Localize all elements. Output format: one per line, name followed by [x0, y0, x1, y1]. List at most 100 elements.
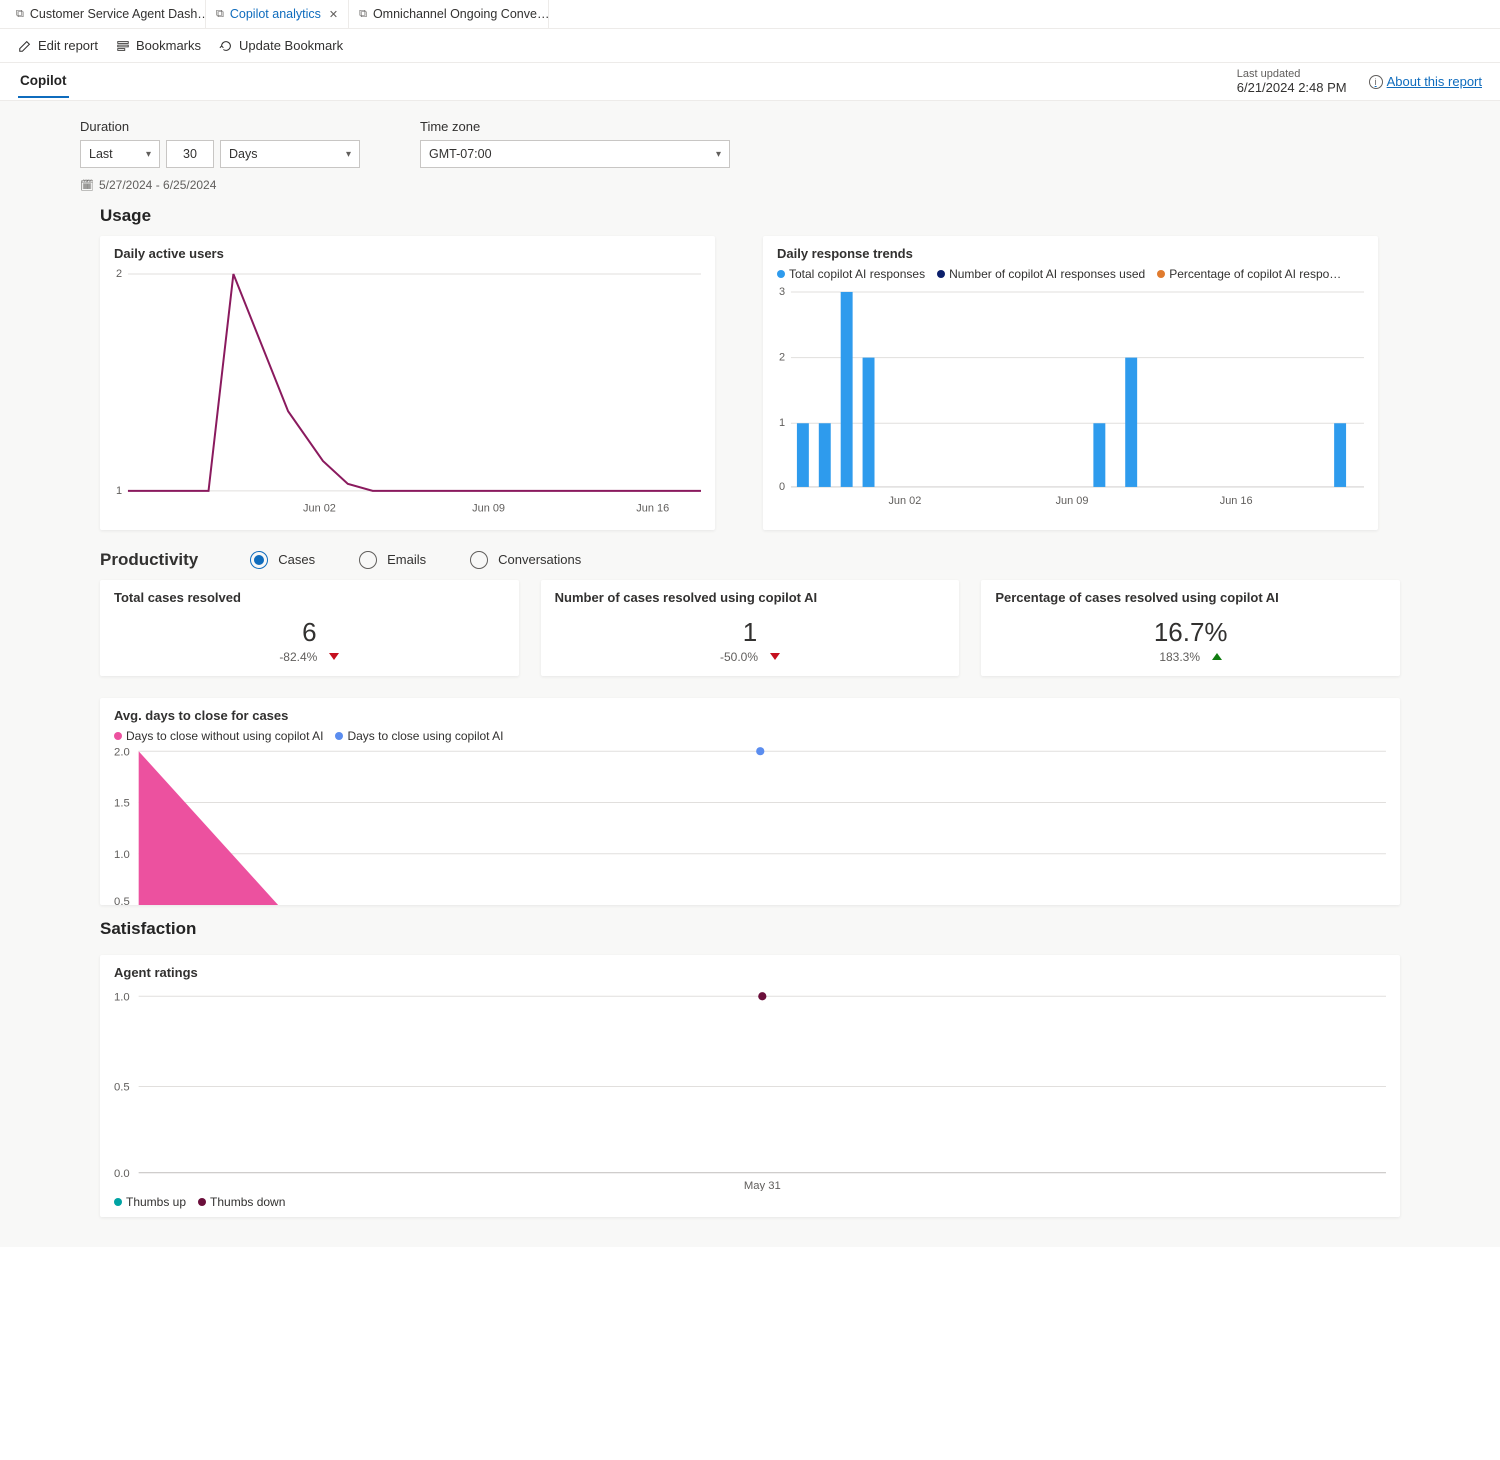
card-title: Daily response trends — [777, 246, 1364, 261]
radio-emails[interactable]: Emails — [359, 551, 426, 569]
legend-label: Number of copilot AI responses used — [949, 267, 1145, 281]
pencil-icon — [18, 39, 32, 53]
close-icon[interactable]: ✕ — [329, 8, 338, 21]
legend-dot-icon — [777, 270, 785, 278]
trend-up-icon — [1212, 653, 1222, 660]
toolbar-label: Bookmarks — [136, 38, 201, 53]
card-title: Agent ratings — [114, 965, 1386, 980]
radio-icon — [250, 551, 268, 569]
svg-text:1: 1 — [116, 485, 122, 497]
stat-delta: 183.3% — [1159, 650, 1200, 664]
update-bookmark-button[interactable]: Update Bookmark — [219, 38, 343, 53]
stat-value: 6 — [302, 617, 316, 648]
stat-delta: -50.0% — [720, 650, 758, 664]
legend-label: Days to close without using copilot AI — [126, 729, 323, 743]
radio-icon — [470, 551, 488, 569]
stat-total-cases: Total cases resolved 6 -82.4% — [100, 580, 519, 676]
daily-response-trends-card: Daily response trends Total copilot AI r… — [763, 236, 1378, 530]
calendar-icon: 🗓 — [80, 179, 94, 192]
card-title: Total cases resolved — [114, 590, 241, 605]
duration-value-input[interactable]: 30 — [166, 140, 214, 168]
daily-active-users-card: Daily active users 2 1 Jun 02 Jun 09 Jun… — [100, 236, 715, 530]
avg-legend: Days to close without using copilot AI D… — [114, 729, 1386, 743]
svg-text:0: 0 — [779, 481, 785, 493]
select-value: GMT-07:00 — [429, 147, 492, 161]
tab-customer-service[interactable]: ⧉ Customer Service Agent Dash… — [6, 0, 206, 28]
card-title: Daily active users — [114, 246, 701, 261]
chevron-down-icon: ▾ — [716, 149, 721, 160]
svg-text:Jun 02: Jun 02 — [303, 503, 336, 515]
radio-cases[interactable]: Cases — [250, 551, 315, 569]
tab-copilot-analytics[interactable]: ⧉ Copilot analytics ✕ — [206, 0, 349, 28]
info-icon: i — [1369, 75, 1383, 89]
radio-conversations[interactable]: Conversations — [470, 551, 581, 569]
stat-cards: Total cases resolved 6 -82.4% Number of … — [0, 580, 1500, 676]
stat-value: 16.7% — [1154, 617, 1228, 648]
about-link-text: About this report — [1387, 74, 1482, 89]
radio-label: Conversations — [498, 552, 581, 567]
legend-label: Thumbs down — [210, 1195, 285, 1209]
productivity-radio-group: Cases Emails Conversations — [250, 551, 581, 569]
radio-label: Emails — [387, 552, 426, 567]
toolbar: Edit report Bookmarks Update Bookmark — [0, 29, 1500, 63]
trend-down-icon — [770, 653, 780, 660]
bookmarks-button[interactable]: Bookmarks — [116, 38, 201, 53]
timezone-select[interactable]: GMT-07:00 ▾ — [420, 140, 730, 168]
legend-label: Days to close using copilot AI — [347, 729, 503, 743]
agent-ratings-chart: 1.0 0.5 0.0 May 31 — [114, 986, 1386, 1191]
duration-relative-select[interactable]: Last ▾ — [80, 140, 160, 168]
tab-omnichannel[interactable]: ⧉ Omnichannel Ongoing Conve… — [349, 0, 549, 28]
card-title: Percentage of cases resolved using copil… — [995, 590, 1278, 605]
agent-ratings-legend: Thumbs up Thumbs down — [114, 1195, 1386, 1209]
duration-unit-select[interactable]: Days ▾ — [220, 140, 360, 168]
usage-title: Usage — [0, 192, 1500, 236]
svg-text:0.5: 0.5 — [114, 896, 130, 905]
svg-text:Jun 16: Jun 16 — [636, 503, 669, 515]
svg-text:2.0: 2.0 — [114, 746, 130, 758]
tab-label: Copilot analytics — [230, 7, 321, 21]
daily-response-trends-chart: 3 2 1 0 Jun 02 Jun 09 Jun 16 — [777, 281, 1364, 508]
last-updated-label: Last updated — [1237, 68, 1347, 80]
input-value: 30 — [183, 147, 197, 161]
report-icon: ⧉ — [359, 8, 367, 21]
report-icon: ⧉ — [16, 8, 24, 21]
duration-filter: Duration Last ▾ 30 Days ▾ — [80, 119, 360, 168]
select-value: Last — [89, 147, 113, 161]
last-updated: Last updated 6/21/2024 2:48 PM — [1237, 68, 1347, 95]
avg-days-chart: 2.0 1.5 1.0 0.5 — [114, 743, 1386, 905]
stat-cases-copilot: Number of cases resolved using copilot A… — [541, 580, 960, 676]
legend-label: Thumbs up — [126, 1195, 186, 1209]
about-report-link[interactable]: i About this report — [1369, 74, 1482, 89]
svg-text:0.5: 0.5 — [114, 1081, 130, 1093]
svg-text:1.0: 1.0 — [114, 849, 130, 861]
legend-label: Percentage of copilot AI respo… — [1169, 267, 1341, 281]
edit-report-button[interactable]: Edit report — [18, 38, 98, 53]
radio-icon — [359, 551, 377, 569]
filters-row: Duration Last ▾ 30 Days ▾ Time zone GMT- — [0, 119, 1500, 172]
drt-legend: Total copilot AI responses Number of cop… — [777, 267, 1364, 281]
card-title: Avg. days to close for cases — [114, 708, 1386, 723]
stat-pct-copilot: Percentage of cases resolved using copil… — [981, 580, 1400, 676]
legend-dot-icon — [114, 732, 122, 740]
legend-label: Total copilot AI responses — [789, 267, 925, 281]
svg-text:0.0: 0.0 — [114, 1168, 130, 1180]
svg-text:2: 2 — [116, 268, 122, 280]
avg-days-card: Avg. days to close for cases Days to clo… — [100, 698, 1400, 905]
legend-dot-icon — [198, 1198, 206, 1206]
subheader: Copilot Last updated 6/21/2024 2:48 PM i… — [0, 63, 1500, 101]
chevron-down-icon: ▾ — [146, 149, 151, 160]
svg-text:Jun 09: Jun 09 — [472, 503, 505, 515]
legend-dot-icon — [937, 270, 945, 278]
stat-delta: -82.4% — [279, 650, 317, 664]
tab-label: Customer Service Agent Dash… — [30, 7, 206, 21]
legend-dot-icon — [114, 1198, 122, 1206]
satisfaction-title: Satisfaction — [0, 905, 1500, 949]
bookmark-icon — [116, 39, 130, 53]
chevron-down-icon: ▾ — [346, 149, 351, 160]
toolbar-label: Update Bookmark — [239, 38, 343, 53]
page-tab-copilot[interactable]: Copilot — [18, 65, 69, 98]
productivity-header: Productivity Cases Emails Conversations — [0, 530, 1500, 580]
svg-text:Jun 16: Jun 16 — [1220, 495, 1253, 507]
legend-dot-icon — [335, 732, 343, 740]
report-body: Duration Last ▾ 30 Days ▾ Time zone GMT- — [0, 101, 1500, 1247]
